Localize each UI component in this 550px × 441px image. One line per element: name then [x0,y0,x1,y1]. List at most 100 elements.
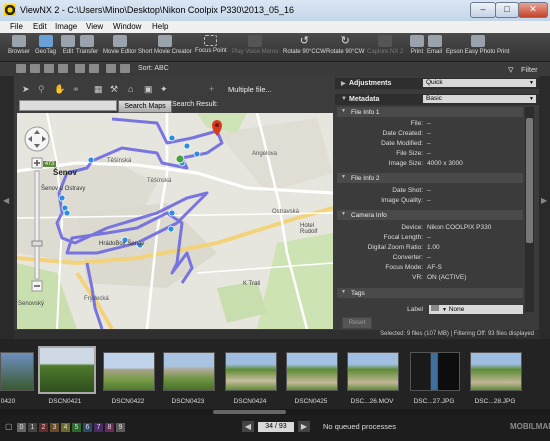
multiple-file-label: Multiple file... [228,85,272,94]
thumbnail[interactable] [0,352,34,391]
epson-print-button[interactable]: Epson Easy Photo Print [446,35,509,55]
browser-icon [12,35,26,47]
viewer-icon[interactable] [44,64,54,73]
filter-icon[interactable]: ▿ [508,63,514,76]
grid-view-icon[interactable] [16,64,26,73]
label-5[interactable]: 5 [72,423,81,432]
right-panel-toggle[interactable]: ▶ [539,76,550,338]
capture-nx2-button[interactable]: Capture NX 2 [367,35,403,55]
label-7[interactable]: 7 [94,423,103,432]
meta-row: Focus Mode: AF-S [385,264,442,271]
globe-icon [38,35,53,47]
menu-view[interactable]: View [86,22,103,31]
menu-window[interactable]: Window [113,22,141,31]
thumbnail[interactable] [225,352,277,391]
status-line: Selected: 9 files (107 MB) | Filtering O… [14,330,539,339]
email-button[interactable]: Email [427,35,442,55]
compare-2-icon[interactable] [89,64,99,73]
left-panel-toggle[interactable]: ◀ [0,76,14,338]
gps-tool-icon[interactable]: ✦ [160,84,168,95]
fullscreen-icon[interactable] [58,64,68,73]
file-info-2-header[interactable]: ▼ File Info 2 [337,173,523,183]
label-swatch-icon [431,305,439,311]
map-label-senov-u-ostravy: Šenov u Ostravy [41,186,86,192]
camera-tool-icon[interactable]: ▣ [144,84,153,95]
meta-row: File: – [410,120,431,127]
label-2[interactable]: 2 [39,423,48,432]
metadata-header[interactable]: ▼ Metadata Basic ▼ [335,94,539,105]
transfer-button[interactable]: Transfer [76,35,98,55]
reset-button[interactable]: Reset [342,317,372,329]
short-movie-creator-button[interactable]: Short Movie Creator [138,35,192,55]
wrench-icon[interactable]: ⚒ [110,84,118,95]
compare-icon[interactable] [75,64,85,73]
list-view-icon[interactable] [30,64,40,73]
sort-label[interactable]: Sort: ABC [138,65,169,72]
label-select[interactable]: ▼ None [429,305,523,314]
map-view[interactable]: Šenov Šenov u Ostravy Těšínská Těšínská … [17,113,333,329]
adjustments-header[interactable]: ▶ Adjustments Quick ▼ [335,78,539,89]
rotate-cw-button[interactable]: ↻ Rotate 90°CW [326,35,364,55]
panel-scroll-thumb[interactable] [526,118,533,243]
print-button[interactable]: Print [410,35,424,55]
label-4[interactable]: 4 [61,423,70,432]
dropdown-arrow-icon: ▼ [529,96,534,102]
main-toolbar: Browser GeoTag Edit Transfer Movie Edito… [0,33,550,62]
menu-bar: File Edit Image View Window Help [0,21,550,33]
thumbnail[interactable] [286,352,338,391]
add-file-icon[interactable]: + [209,84,214,94]
next-image-button[interactable]: ▶ [298,421,310,432]
prev-image-button[interactable]: ◀ [242,421,254,432]
route-tool-icon[interactable]: ⚭ [72,84,80,95]
file-info-1-header[interactable]: ▼ File Info 1 [337,107,523,117]
thumb-size-2-icon[interactable] [120,64,130,73]
thumbnail[interactable] [103,352,155,391]
camera-info-header[interactable]: ▼ Camera Info [337,210,523,220]
log-tool-icon[interactable]: ▦ [94,84,103,95]
thumbnail[interactable] [470,352,522,391]
filter-rating-icon[interactable]: ▢ [5,422,13,431]
thumb-size-icon[interactable] [106,64,116,73]
minimize-button[interactable]: – [470,2,496,18]
rating-0[interactable]: 0 [17,423,26,432]
menu-image[interactable]: Image [55,22,77,31]
thumbnail[interactable] [163,352,215,391]
movie-editor-button[interactable]: Movie Editor [103,35,136,55]
meta-row: Converter: – [392,254,431,261]
thumbnail-selected[interactable] [38,346,96,394]
tags-header[interactable]: ▼ Tags [337,288,523,298]
menu-help[interactable]: Help [152,22,168,31]
browser-button[interactable]: Browser [8,35,30,55]
menu-edit[interactable]: Edit [33,22,47,31]
search-maps-button[interactable]: Search Maps [118,100,172,113]
label-3[interactable]: 3 [50,423,59,432]
thumbnail[interactable] [347,352,399,391]
filmstrip-scroll-thumb[interactable] [213,410,286,414]
film-icon [157,35,172,47]
pointer-tool-icon[interactable]: ➤ [22,84,30,95]
rotate-cw-icon: ↻ [340,35,350,47]
rating-1[interactable]: 1 [28,423,37,432]
thumbnail[interactable] [410,352,460,391]
menu-file[interactable]: File [10,22,23,31]
focus-point-button[interactable]: Focus Point [195,35,227,54]
dropdown-arrow-icon: ▼ [529,80,534,86]
rotate-ccw-button[interactable]: ↺ Rotate 90°CCW [283,35,326,55]
label-8[interactable]: 8 [105,423,114,432]
hand-tool-icon[interactable]: ✋ [54,84,65,95]
filter-label[interactable]: Filter [521,65,538,74]
map-search-input[interactable] [19,100,117,111]
thumbnail-label: DSCN0423 [171,398,205,405]
home-icon[interactable]: ⌂ [128,84,133,94]
pin-tool-icon[interactable]: ⚲ [38,84,45,95]
play-voice-memo-button[interactable]: Play Voice Memo [232,35,278,55]
watermark-logo: MOBILMANIA [510,422,550,431]
label-6[interactable]: 6 [83,423,92,432]
maximize-button[interactable]: □ [495,2,519,18]
geotag-button[interactable]: GeoTag [35,35,56,55]
close-button[interactable]: ✕ [518,2,548,18]
adjustments-select[interactable]: Quick ▼ [423,79,536,87]
edit-button[interactable]: Edit [61,35,75,55]
metadata-select[interactable]: Basic ▼ [423,95,536,103]
label-9[interactable]: 9 [116,423,125,432]
